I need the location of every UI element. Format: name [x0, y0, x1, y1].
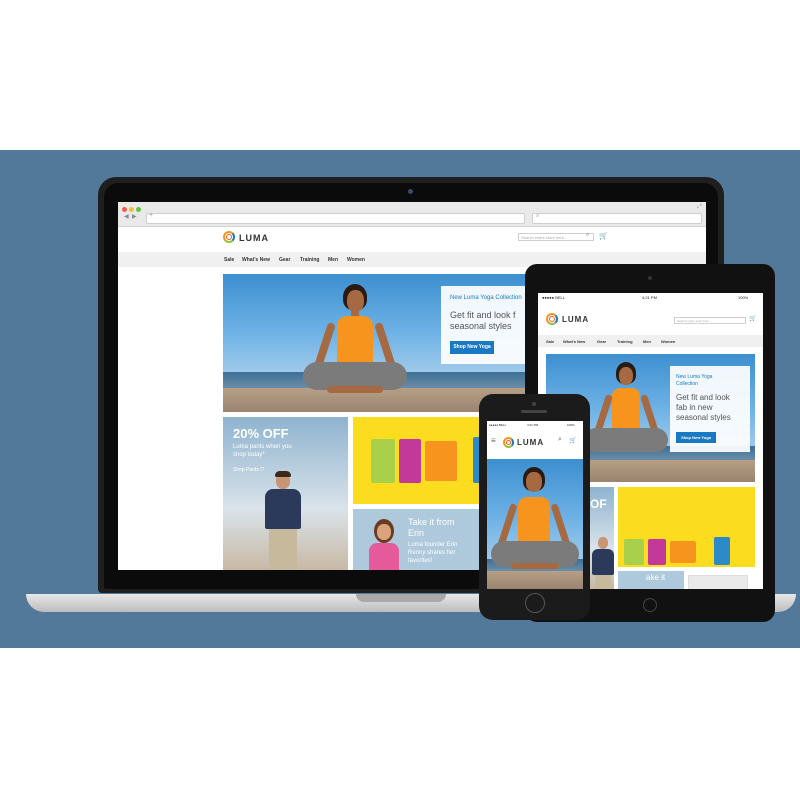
menu-item-sale[interactable]: Sale: [224, 257, 234, 263]
menu-item-training[interactable]: Training: [300, 257, 319, 263]
add-tab-icon[interactable]: +: [149, 212, 153, 219]
tablet-tanks-tile[interactable]: [618, 487, 755, 567]
forward-icon[interactable]: ▶: [132, 213, 137, 220]
maximize-window-dot[interactable]: [136, 207, 141, 212]
phone-luma-logo-icon[interactable]: [503, 437, 514, 448]
luma-logo-text[interactable]: LUMA: [239, 233, 269, 243]
offer-text-line1: Luma pants when you: [233, 444, 292, 450]
tablet-eyebrow-line1: New Luma Yoga: [676, 374, 713, 380]
tablet-search-input[interactable]: Search entire store here...: [674, 317, 746, 324]
browser-search-bar[interactable]: ⌕: [532, 213, 702, 224]
tablet-menu-training[interactable]: Training: [617, 339, 633, 344]
stage: ◀ ▶ + ⌕ ⤢ LUMA Search entire store here.…: [0, 0, 800, 800]
magnifier-icon: ⌕: [536, 213, 540, 219]
tablet-headline-line3: seasonal styles: [676, 413, 731, 422]
tablet-home-button[interactable]: [643, 598, 657, 612]
erin-image: [369, 519, 399, 570]
tablet-extra-tile[interactable]: [688, 575, 748, 589]
offer-title: 20% OFF: [233, 426, 289, 441]
menu-item-women[interactable]: Women: [347, 257, 365, 263]
erin-text-line1: Luma founder Erin: [408, 542, 458, 548]
orange-tee-image: [425, 441, 457, 481]
tablet-camera: [648, 276, 652, 280]
phone-hero-banner[interactable]: [487, 459, 583, 589]
tablet-headline-line2: fab in new: [676, 403, 713, 412]
erin-text-line2: Renny shares her: [408, 550, 456, 556]
tablet-luma-logo-text[interactable]: LUMA: [562, 315, 589, 324]
offer-tile[interactable]: 20% OFF Luma pants when you shop today* …: [223, 417, 348, 570]
tablet-headline-line1: Get fit and look: [676, 393, 730, 402]
back-icon[interactable]: ◀: [124, 213, 129, 220]
hero-headline-line2: seasonal styles: [450, 321, 512, 331]
phone-yoga-model-image: [487, 459, 583, 589]
close-window-dot[interactable]: [122, 207, 127, 212]
phone-luma-logo-text[interactable]: LUMA: [517, 438, 544, 447]
yoga-model-image: [283, 274, 423, 412]
phone-carrier: ●●●●● BELL: [489, 423, 507, 427]
erin-title-line1: Take it from: [408, 517, 455, 527]
hero-headline-line1: Get fit and look f: [450, 310, 516, 320]
green-tank-image: [371, 439, 395, 483]
magenta-tank-image: [399, 439, 421, 483]
hero-eyebrow: New Luma Yoga Collection: [450, 295, 522, 301]
tablet-shop-new-yoga-button[interactable]: Shop New Yoga: [676, 432, 716, 443]
minimize-window-dot[interactable]: [129, 207, 134, 212]
luma-logo-icon[interactable]: [223, 231, 235, 243]
phone-screen: ●●●●● BELL 4:21 PM 100% ≡ LUMA ⌕ 🛒: [487, 421, 583, 589]
cart-icon[interactable]: 🛒: [599, 232, 608, 240]
phone-camera: [532, 402, 536, 406]
menu-item-men[interactable]: Men: [328, 257, 338, 263]
hero-promo-box: New Luma Yoga Collection Get fit and loo…: [441, 286, 531, 364]
laptop-camera: [408, 189, 413, 194]
phone-home-button[interactable]: [525, 593, 545, 613]
browser-chrome: ◀ ▶ + ⌕ ⤢: [118, 202, 706, 227]
laptop-notch: [356, 594, 446, 602]
shop-new-yoga-button[interactable]: Shop New Yoga: [450, 341, 494, 354]
expand-icon[interactable]: ⤢: [697, 204, 702, 211]
tablet-menu-women[interactable]: Women: [661, 339, 675, 344]
tablet-offer-partial: OF: [590, 497, 607, 511]
phone-speaker: [521, 410, 547, 413]
tablet-erin-partial: ake it: [646, 573, 666, 582]
site-search-icon[interactable]: ⌕: [586, 232, 589, 239]
tablet-menu-whats-new[interactable]: What's New: [563, 339, 585, 344]
male-model-image: [259, 471, 309, 570]
tablet-orange-tee: [670, 541, 696, 563]
tablet-blue-tank: [714, 537, 730, 565]
tablet-cart-icon[interactable]: 🛒: [749, 315, 756, 322]
address-bar[interactable]: +: [146, 212, 525, 224]
tablet-male-model-image: [590, 537, 614, 589]
tablet-menu-men[interactable]: Men: [643, 339, 651, 344]
offer-text-line2: shop today*: [233, 452, 265, 458]
phone-search-icon[interactable]: ⌕: [558, 436, 562, 444]
site-search-input[interactable]: Search entire store here...: [518, 233, 594, 241]
erin-title-line2: Erin: [408, 528, 425, 538]
tablet-erin-tile[interactable]: ake it: [618, 571, 684, 589]
tablet-nav-menu: Sale What's New Gear Training Men Women: [538, 335, 763, 347]
menu-item-whats-new[interactable]: What's New: [242, 257, 270, 263]
phone-time: 4:21 PM: [527, 423, 539, 427]
tablet-eyebrow-line2: Collection: [676, 381, 698, 387]
tablet-promo-box: New Luma Yoga Collection Get fit and loo…: [670, 366, 750, 452]
tablet-battery: 100%: [738, 295, 749, 300]
tablet-magenta-tank: [648, 539, 666, 565]
tablet-green-tank: [624, 539, 644, 565]
tablet-time: 4:21 PM: [642, 295, 657, 300]
menu-item-gear[interactable]: Gear: [279, 257, 290, 263]
tablet-menu-gear[interactable]: Gear: [597, 339, 606, 344]
phone-battery: 100%: [567, 423, 575, 427]
erin-text-line3: favorites!: [408, 558, 433, 564]
tablet-menu-sale[interactable]: Sale: [546, 339, 554, 344]
tablet-luma-logo-icon[interactable]: [546, 313, 558, 325]
tablet-carrier: ●●●●● BELL: [542, 295, 565, 300]
hamburger-menu-icon[interactable]: ≡: [491, 436, 496, 445]
phone-cart-icon[interactable]: 🛒: [569, 437, 576, 444]
